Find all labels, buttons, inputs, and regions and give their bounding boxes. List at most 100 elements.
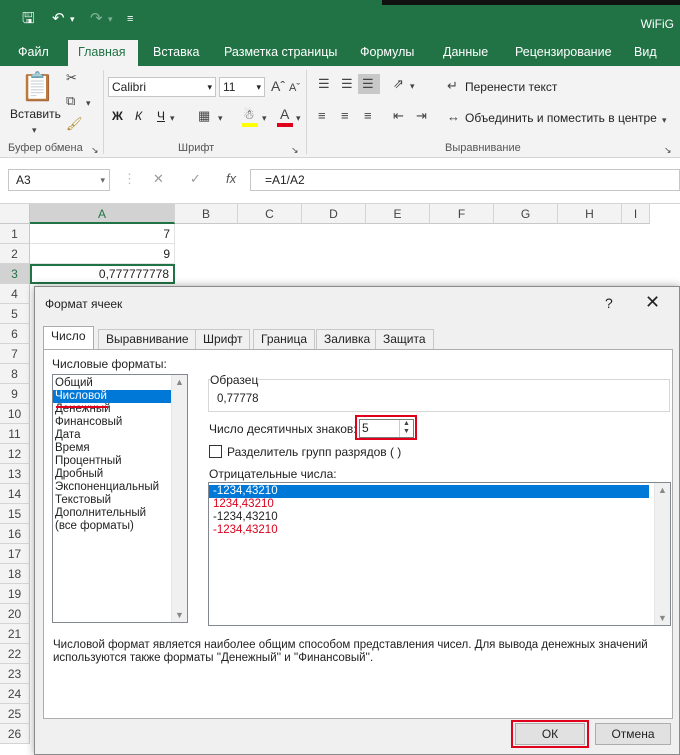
- orientation-dropdown-icon[interactable]: ▾: [410, 78, 415, 94]
- wrap-text-icon[interactable]: ↵: [447, 78, 458, 94]
- undo-dropdown-icon[interactable]: ▾: [70, 10, 75, 28]
- row-header-19[interactable]: 19: [0, 584, 30, 604]
- clipboard-launcher-icon[interactable]: ↘: [91, 142, 99, 158]
- tab-formulas[interactable]: Формулы: [350, 40, 424, 66]
- row-header-3[interactable]: 3: [0, 264, 30, 284]
- align-center-icon[interactable]: ≡: [341, 108, 349, 124]
- name-box[interactable]: A3 ▾: [8, 169, 110, 191]
- tab-fill[interactable]: Заливка: [316, 329, 379, 349]
- row-header-5[interactable]: 5: [0, 304, 30, 324]
- decrease-font-icon[interactable]: Aˇ: [289, 80, 300, 96]
- format-list-scrollbar[interactable]: ▲ ▼: [171, 375, 187, 622]
- column-header-c[interactable]: C: [238, 204, 302, 224]
- tab-view[interactable]: Вид: [624, 40, 667, 66]
- customize-toolbar-icon[interactable]: ≡: [127, 10, 133, 28]
- tab-review[interactable]: Рецензирование: [505, 40, 622, 66]
- cut-icon[interactable]: ✂: [66, 70, 77, 86]
- tab-number[interactable]: Число: [43, 326, 94, 350]
- align-bottom-icon[interactable]: ☰: [362, 76, 374, 92]
- format-painter-icon[interactable]: 🖌: [66, 116, 83, 132]
- tab-page-layout[interactable]: Разметка страницы: [214, 40, 347, 66]
- list-item[interactable]: -1234,43210: [209, 524, 670, 537]
- column-header-d[interactable]: D: [302, 204, 366, 224]
- list-item[interactable]: Дробный: [53, 468, 187, 481]
- row-header-13[interactable]: 13: [0, 464, 30, 484]
- cell-a1[interactable]: 7: [30, 224, 175, 244]
- font-launcher-icon[interactable]: ↘: [291, 142, 299, 158]
- row-header-16[interactable]: 16: [0, 524, 30, 544]
- scroll-up-icon[interactable]: ▲: [175, 377, 184, 387]
- list-item[interactable]: Денежный: [53, 403, 187, 416]
- tab-alignment[interactable]: Выравнивание: [98, 329, 197, 349]
- row-header-9[interactable]: 9: [0, 384, 30, 404]
- cancel-icon[interactable]: ✕: [153, 171, 164, 187]
- list-item[interactable]: Финансовый: [53, 416, 187, 429]
- alignment-launcher-icon[interactable]: ↘: [664, 142, 672, 158]
- row-header-24[interactable]: 24: [0, 684, 30, 704]
- formula-input[interactable]: =A1/A2: [250, 169, 680, 191]
- row-header-2[interactable]: 2: [0, 244, 30, 264]
- help-button[interactable]: ?: [605, 295, 613, 311]
- scroll-down-icon[interactable]: ▼: [658, 613, 667, 623]
- wrap-text-button[interactable]: Перенести текст: [465, 79, 557, 95]
- row-header-22[interactable]: 22: [0, 644, 30, 664]
- insert-function-icon[interactable]: fx: [226, 171, 236, 186]
- row-header-10[interactable]: 10: [0, 404, 30, 424]
- cell-a2[interactable]: 9: [30, 244, 175, 264]
- number-format-list[interactable]: Общий Числовой Денежный Финансовый Дата …: [52, 374, 188, 623]
- font-color-dropdown-icon[interactable]: ▾: [296, 110, 301, 126]
- list-item[interactable]: (все форматы): [53, 520, 187, 533]
- select-all-button[interactable]: [0, 204, 30, 224]
- row-header-7[interactable]: 7: [0, 344, 30, 364]
- tab-home[interactable]: Главная: [68, 40, 138, 66]
- close-icon[interactable]: ✕: [645, 292, 660, 313]
- italic-button[interactable]: К: [135, 108, 142, 124]
- align-middle-icon[interactable]: ☰: [341, 76, 353, 92]
- copy-icon[interactable]: ⧉: [66, 93, 75, 109]
- paste-icon[interactable]: 📋: [20, 72, 55, 102]
- column-header-f[interactable]: F: [430, 204, 494, 224]
- column-header-g[interactable]: G: [494, 204, 558, 224]
- list-item[interactable]: Время: [53, 442, 187, 455]
- column-header-a[interactable]: A: [30, 204, 175, 224]
- merge-center-icon[interactable]: ↔: [447, 109, 460, 125]
- list-item[interactable]: Общий: [53, 377, 187, 390]
- enter-icon[interactable]: ✓: [190, 171, 201, 187]
- row-header-17[interactable]: 17: [0, 544, 30, 564]
- save-icon[interactable]: 🖫: [22, 10, 35, 28]
- list-item[interactable]: Экспоненциальный: [53, 481, 187, 494]
- list-item[interactable]: Текстовый: [53, 494, 187, 507]
- row-header-1[interactable]: 1: [0, 224, 30, 244]
- list-item-selected[interactable]: -1234,43210: [209, 485, 649, 498]
- negative-list-scrollbar[interactable]: ▲ ▼: [654, 483, 670, 625]
- list-item[interactable]: Процентный: [53, 455, 187, 468]
- font-name-select[interactable]: Calibri ▾: [108, 77, 216, 97]
- tab-font[interactable]: Шрифт: [195, 329, 251, 349]
- thousands-separator-checkbox[interactable]: [209, 445, 222, 458]
- tab-file[interactable]: Файл: [8, 40, 59, 66]
- align-top-icon[interactable]: ☰: [318, 76, 330, 92]
- paste-dropdown-icon[interactable]: ▾: [32, 122, 37, 138]
- row-header-20[interactable]: 20: [0, 604, 30, 624]
- fill-color-dropdown-icon[interactable]: ▾: [262, 110, 267, 126]
- drag-handle-icon[interactable]: ⋮: [123, 171, 136, 187]
- fill-color-icon[interactable]: ☃: [243, 107, 255, 123]
- borders-dropdown-icon[interactable]: ▾: [218, 110, 223, 126]
- merge-dropdown-icon[interactable]: ▾: [662, 112, 667, 128]
- tab-border[interactable]: Граница: [253, 329, 316, 349]
- decrease-indent-icon[interactable]: ⇤: [393, 108, 404, 124]
- row-header-21[interactable]: 21: [0, 624, 30, 644]
- cell-a3[interactable]: 0,777777778: [30, 264, 175, 284]
- increase-indent-icon[interactable]: ⇥: [416, 108, 427, 124]
- merge-center-button[interactable]: Объединить и поместить в центре: [465, 110, 657, 126]
- undo-icon[interactable]: ↶: [52, 10, 65, 28]
- paste-label[interactable]: Вставить: [10, 106, 61, 122]
- orientation-icon[interactable]: ⇗: [393, 76, 404, 92]
- align-right-icon[interactable]: ≡: [364, 108, 372, 124]
- tab-insert[interactable]: Вставка: [143, 40, 209, 66]
- row-header-25[interactable]: 25: [0, 704, 30, 724]
- column-header-e[interactable]: E: [366, 204, 430, 224]
- row-header-18[interactable]: 18: [0, 564, 30, 584]
- redo-icon[interactable]: ↷: [90, 10, 103, 28]
- list-item[interactable]: Дополнительный: [53, 507, 187, 520]
